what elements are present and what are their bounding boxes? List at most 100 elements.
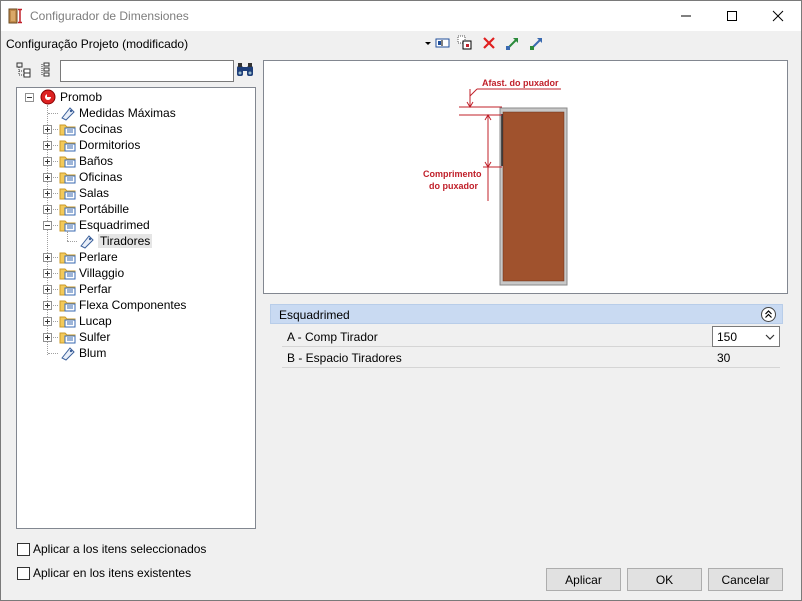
tree-item-label: Flexa Componentes xyxy=(79,298,187,312)
apply-existing-checkbox[interactable] xyxy=(17,567,30,580)
minimize-button[interactable] xyxy=(663,1,709,31)
tree-connector xyxy=(48,353,58,354)
tree-item[interactable]: Oficinas xyxy=(17,169,255,185)
edit-field-button[interactable] xyxy=(434,34,452,52)
close-button[interactable] xyxy=(755,1,801,31)
tree-item-label: Blum xyxy=(79,346,107,360)
expand-toggle-icon[interactable] xyxy=(43,333,52,342)
expand-toggle-icon[interactable] xyxy=(43,157,52,166)
folder-icon xyxy=(59,169,77,185)
folder-icon xyxy=(59,281,77,297)
comp-tirador-select[interactable]: 150 xyxy=(712,326,780,347)
tree-item[interactable]: Dormitorios xyxy=(17,137,255,153)
dimension-preview: Afast. do puxador Comprimento do puxador xyxy=(263,60,788,294)
tree-item-label: Esquadrimed xyxy=(79,218,150,232)
collapse-toggle-icon[interactable] xyxy=(43,221,52,230)
copy-layout-button[interactable] xyxy=(456,34,474,52)
label-handle-length-2: do puxador xyxy=(429,181,478,191)
maximize-icon xyxy=(727,11,737,21)
tree-item[interactable]: Sulfer xyxy=(17,329,255,345)
expand-toggle-icon[interactable] xyxy=(43,301,52,310)
label-handle-length-1: Comprimento xyxy=(423,169,482,179)
dimension-configurator-window: Configurador de Dimensiones Configuração… xyxy=(0,0,802,601)
selected-value: 150 xyxy=(717,330,738,344)
tree-item-label: Promob xyxy=(60,90,103,104)
delete-button[interactable] xyxy=(480,34,498,52)
tree-item-label: Cocinas xyxy=(79,122,123,136)
tree-item-label: Villaggio xyxy=(79,266,125,280)
tree-item-label: Perfar xyxy=(79,282,112,296)
folder-icon xyxy=(59,137,77,153)
tree-item[interactable]: Salas xyxy=(17,185,255,201)
label-handle-offset: Afast. do puxador xyxy=(482,78,559,88)
minimize-icon xyxy=(681,15,691,17)
tree-item-label: Portábille xyxy=(79,202,130,216)
catalog-tree[interactable]: Promob Medidas Máximas Cocinas Dormitorios… xyxy=(16,87,256,529)
property-row-comp-tirador: A - Comp Tirador 150 xyxy=(282,326,780,347)
tree-search-input[interactable] xyxy=(60,60,234,82)
tree-item[interactable]: Cocinas xyxy=(17,121,255,137)
find-button[interactable] xyxy=(236,61,254,79)
tree-item-label: Lucap xyxy=(79,314,112,328)
export-button[interactable] xyxy=(528,34,546,52)
tree-item[interactable]: Medidas Máximas xyxy=(17,105,255,121)
tree-item-label: Medidas Máximas xyxy=(79,106,176,120)
folder-icon xyxy=(59,121,77,137)
tree-connector xyxy=(48,113,58,114)
title-bar: Configurador de Dimensiones xyxy=(1,1,801,31)
cancel-button[interactable]: Cancelar xyxy=(708,568,783,591)
tree-item[interactable]: Perfar xyxy=(17,281,255,297)
tree-item-label: Dormitorios xyxy=(79,138,141,152)
chevron-down-icon xyxy=(765,334,775,340)
collapse-toggle-icon[interactable] xyxy=(25,93,34,102)
expand-toggle-icon[interactable] xyxy=(43,285,52,294)
apply-button[interactable]: Aplicar xyxy=(546,568,621,591)
ok-button[interactable]: OK xyxy=(627,568,702,591)
expand-toggle-icon[interactable] xyxy=(43,317,52,326)
expand-toggle-icon[interactable] xyxy=(43,125,52,134)
tree-item[interactable]: Flexa Componentes xyxy=(17,297,255,313)
folder-icon xyxy=(59,153,77,169)
app-icon xyxy=(8,8,24,24)
folder-icon xyxy=(59,313,77,329)
tree-item[interactable]: Villaggio xyxy=(17,265,255,281)
expand-toggle-icon[interactable] xyxy=(43,205,52,214)
tree-item-root[interactable]: Promob xyxy=(17,89,255,105)
field-value: 30 xyxy=(717,351,731,365)
tag-icon xyxy=(78,233,96,249)
expand-toggle-icon[interactable] xyxy=(43,173,52,182)
expand-toggle-icon[interactable] xyxy=(43,189,52,198)
espacio-tiradores-field[interactable]: 30 xyxy=(712,347,780,368)
folder-icon xyxy=(59,265,77,281)
handle-diagram: Afast. do puxador Comprimento do puxador xyxy=(423,78,568,286)
expand-all-button[interactable] xyxy=(15,61,33,79)
delete-x-icon xyxy=(483,37,495,49)
property-group-header[interactable]: Esquadrimed xyxy=(270,304,783,324)
expand-toggle-icon[interactable] xyxy=(43,269,52,278)
door-panel xyxy=(502,111,565,282)
folder-icon xyxy=(59,329,77,345)
tree-item[interactable]: Portábille xyxy=(17,201,255,217)
tree-item[interactable]: Blum xyxy=(17,345,255,361)
collapse-group-button[interactable] xyxy=(761,307,776,322)
apply-existing-label[interactable]: Aplicar en los itens existentes xyxy=(33,566,191,580)
expand-toggle-icon[interactable] xyxy=(43,141,52,150)
tree-item[interactable]: Baños xyxy=(17,153,255,169)
promob-logo-icon xyxy=(39,89,57,105)
tree-item[interactable]: Lucap xyxy=(17,313,255,329)
tag-icon xyxy=(59,105,77,121)
tree-item-label: Tiradores xyxy=(98,234,153,248)
configuration-label: Configuração Projeto (modificado) xyxy=(6,37,189,51)
expand-toggle-icon[interactable] xyxy=(43,253,52,262)
folder-icon xyxy=(59,217,77,233)
folder-icon xyxy=(59,201,77,217)
collapse-all-button[interactable] xyxy=(38,61,56,79)
apply-selected-label[interactable]: Aplicar a los itens seleccionados xyxy=(33,542,206,556)
tree-item[interactable]: Perlare xyxy=(17,249,255,265)
tree-item[interactable]: Esquadrimed xyxy=(17,217,255,233)
import-button[interactable] xyxy=(504,34,522,52)
tree-item[interactable]: Tiradores xyxy=(17,233,255,249)
tree-item-label: Oficinas xyxy=(79,170,123,184)
apply-selected-checkbox[interactable] xyxy=(17,543,30,556)
maximize-button[interactable] xyxy=(709,1,755,31)
